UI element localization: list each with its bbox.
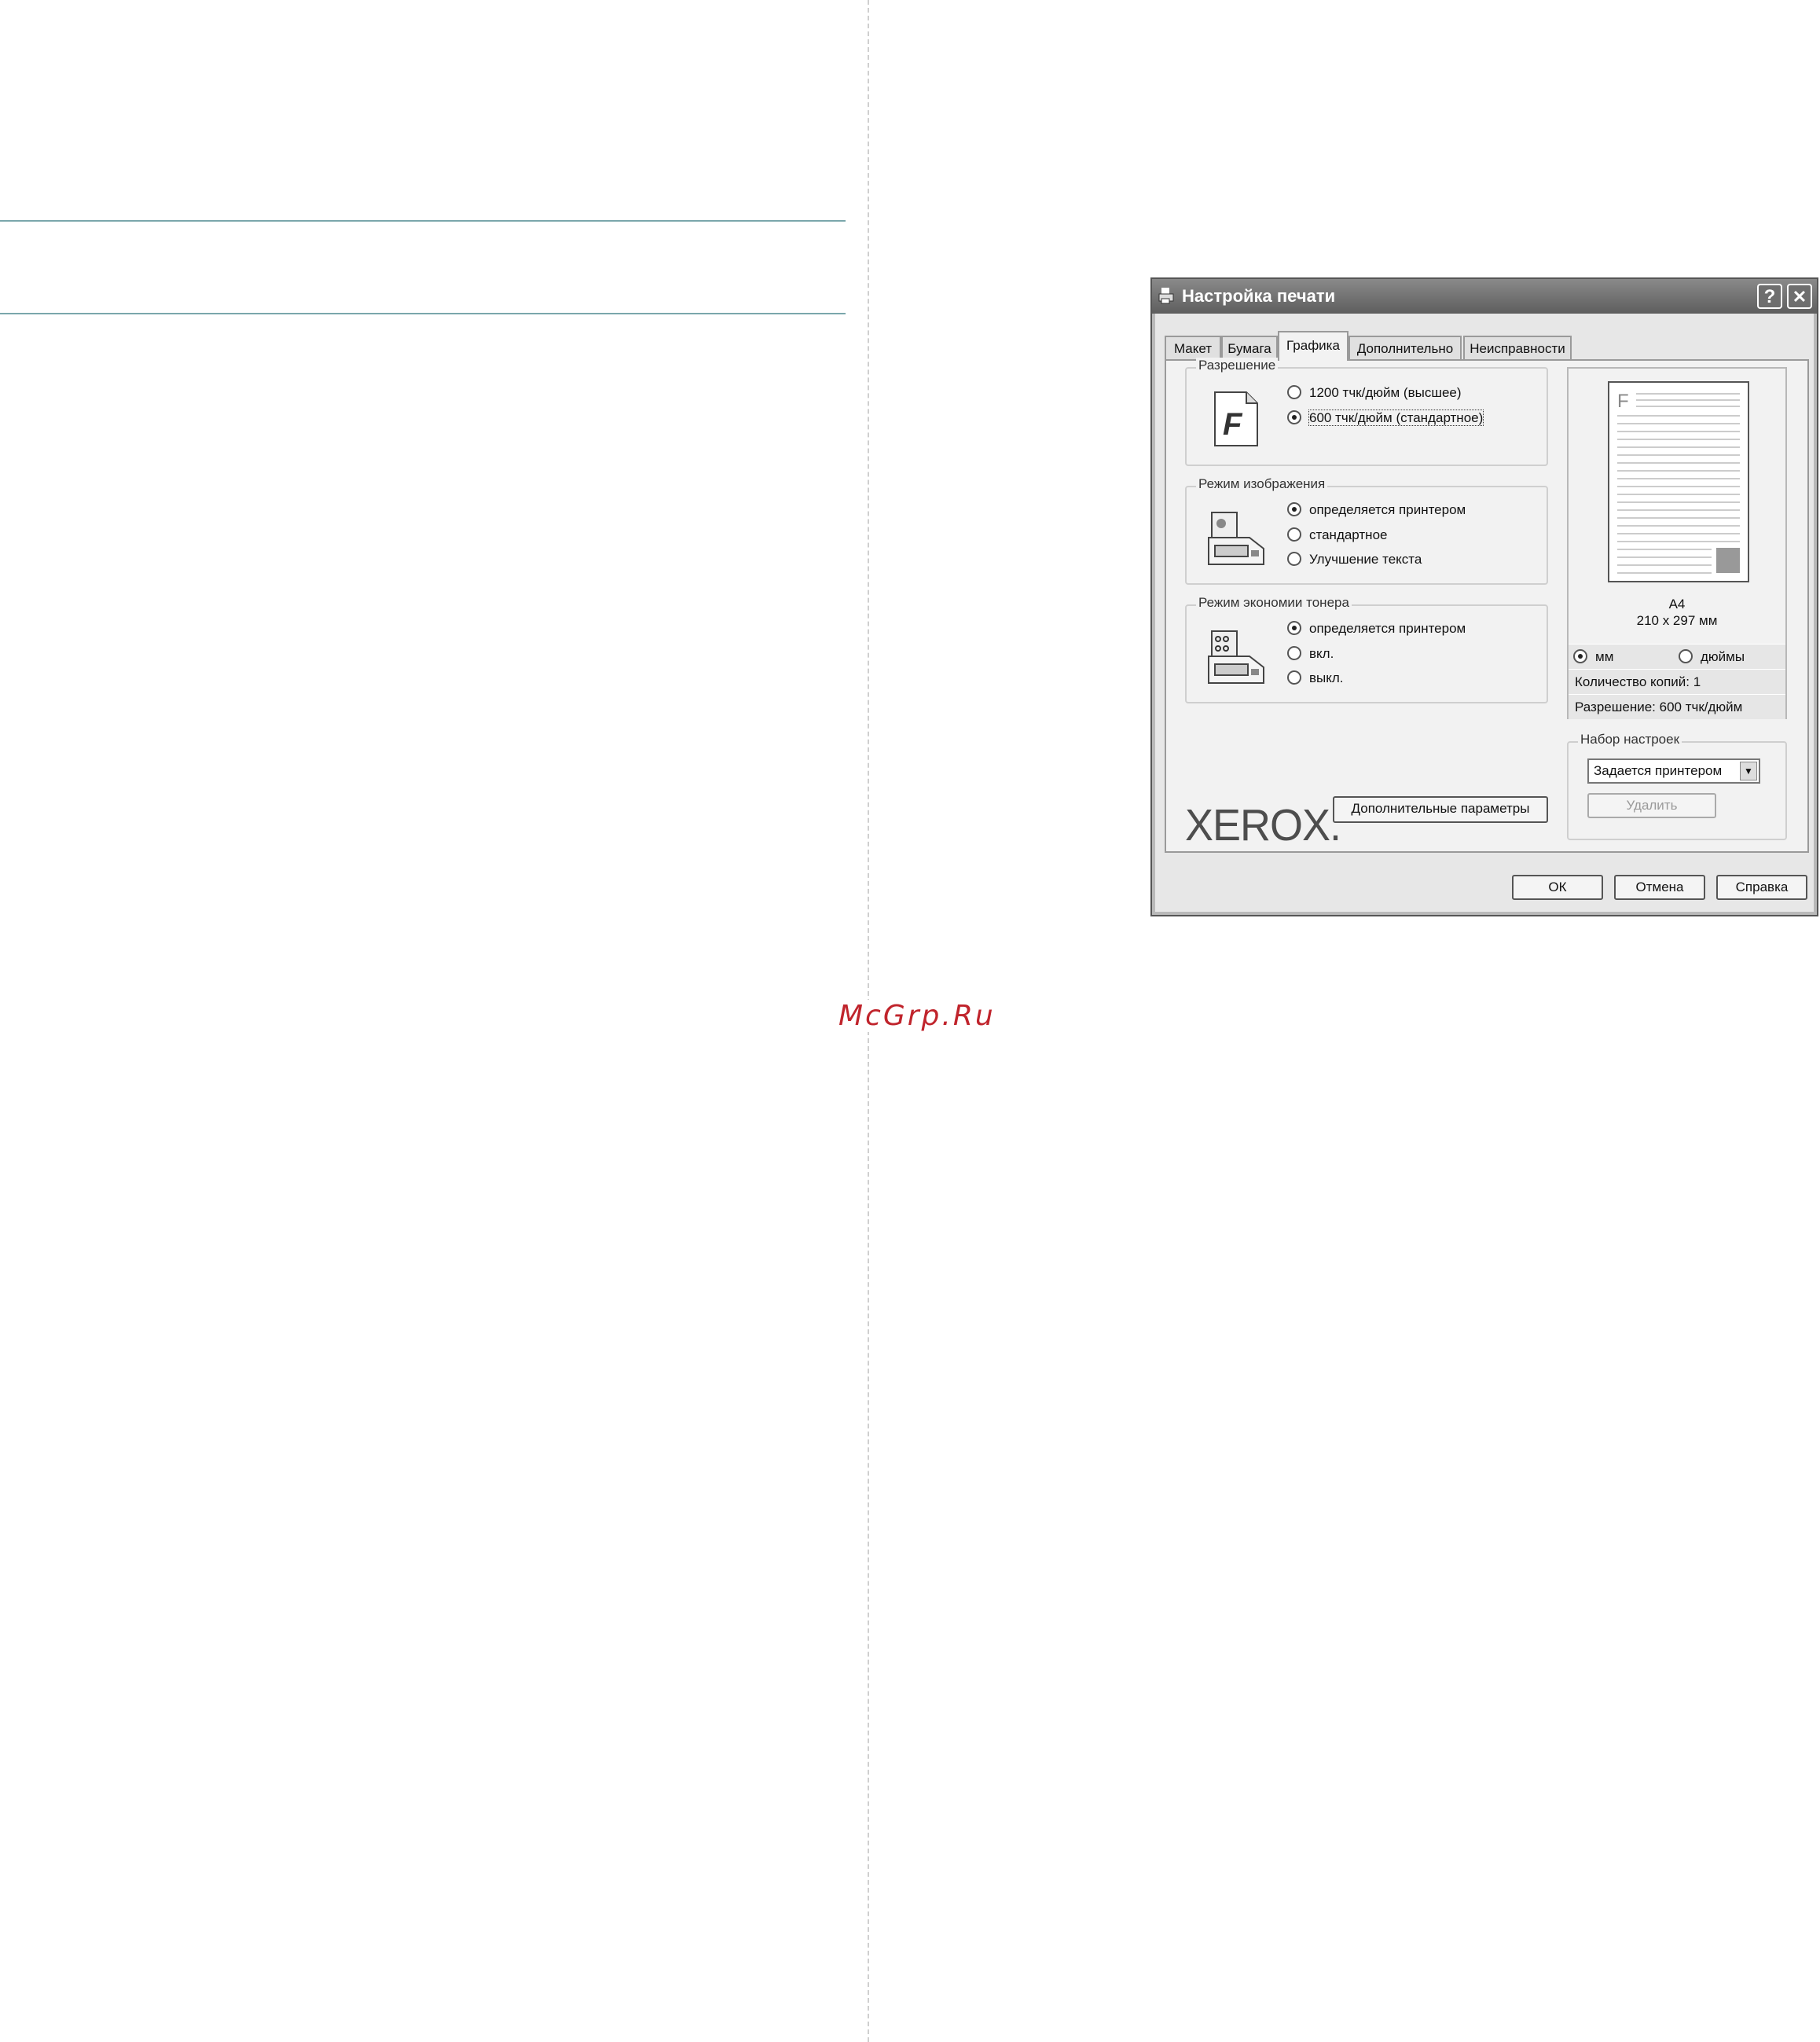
radio-dot — [1287, 410, 1301, 424]
presets-dropdown[interactable]: Задается принтером ▼ — [1587, 758, 1760, 784]
radio-label: определяется принтером — [1309, 502, 1466, 517]
image-mode-printer-radio[interactable]: определяется принтером — [1287, 500, 1466, 520]
radio-label: мм — [1595, 649, 1614, 664]
resolution-group: Разрешение F 1200 тчк/дюйм (высшее) 600 … — [1185, 358, 1548, 466]
radio-label: определяется принтером — [1309, 621, 1466, 636]
top-rule — [0, 220, 846, 222]
toner-save-group: Режим экономии тонера определяется принт… — [1185, 595, 1548, 703]
units-inches-radio[interactable]: дюймы — [1679, 647, 1745, 667]
radio-label: выкл. — [1309, 670, 1344, 685]
advanced-options-button[interactable]: Дополнительные параметры — [1333, 796, 1548, 823]
dialog-title: Настройка печати — [1182, 286, 1336, 306]
radio-dot — [1573, 649, 1587, 663]
preview-page: F — [1608, 381, 1749, 582]
font-document-icon: F — [1214, 391, 1258, 446]
close-button[interactable]: ✕ — [1787, 284, 1812, 309]
units-row: мм дюймы — [1569, 644, 1785, 669]
copies-info: Количество копий: 1 — [1569, 669, 1785, 694]
ok-button[interactable]: ОК — [1512, 875, 1603, 900]
cancel-button[interactable]: Отмена — [1614, 875, 1705, 900]
radio-label: Улучшение текста — [1309, 552, 1422, 567]
presets-label: Набор настроек — [1578, 732, 1682, 747]
help-title-button[interactable]: ? — [1757, 284, 1782, 309]
radio-dot — [1679, 649, 1693, 663]
help-button[interactable]: Справка — [1716, 875, 1807, 900]
units-mm-radio[interactable]: мм — [1573, 647, 1613, 667]
section-rule — [0, 313, 846, 314]
image-mode-text-enhance-radio[interactable]: Улучшение текста — [1287, 549, 1422, 570]
tab-layout[interactable]: Макет — [1165, 336, 1221, 359]
chevron-down-icon[interactable]: ▼ — [1740, 762, 1757, 780]
radio-dot — [1287, 552, 1301, 566]
paper-name: A4 — [1668, 597, 1686, 611]
radio-dot — [1287, 646, 1301, 660]
toner-printer-radio[interactable]: определяется принтером — [1287, 619, 1466, 639]
resolution-label: Разрешение — [1196, 358, 1279, 373]
tab-paper[interactable]: Бумага — [1221, 336, 1278, 359]
resolution-600-radio[interactable]: 600 тчк/дюйм (стандартное) — [1287, 408, 1484, 428]
radio-dot — [1287, 527, 1301, 542]
tab-troubleshooting[interactable]: Неисправности — [1463, 336, 1572, 359]
presets-group: Набор настроек Задается принтером ▼ Удал… — [1567, 732, 1787, 840]
radio-dot — [1287, 621, 1301, 635]
radio-label: стандартное — [1309, 527, 1388, 542]
paper-size: 210 x 297 мм — [1636, 613, 1718, 628]
toner-save-label: Режим экономии тонера — [1196, 595, 1352, 611]
graphics-panel: Разрешение F 1200 тчк/дюйм (высшее) 600 … — [1165, 358, 1809, 853]
dialog-client: Макет Бумага Графика Дополнительно Неисп… — [1155, 314, 1814, 912]
printer-icon — [1158, 288, 1174, 304]
radio-label: 600 тчк/дюйм (стандартное) — [1308, 410, 1484, 426]
title-bar: Настройка печати ? ✕ — [1152, 279, 1817, 314]
radio-label: 1200 тчк/дюйм (высшее) — [1309, 385, 1462, 400]
toner-off-radio[interactable]: выкл. — [1287, 668, 1344, 689]
printer-image-icon — [1208, 512, 1264, 565]
delete-preset-button[interactable]: Удалить — [1587, 793, 1716, 818]
page-preview: F A4 210 x 297 мм мм дюймы Количество ко… — [1567, 367, 1787, 719]
print-settings-dialog: Настройка печати ? ✕ Макет Бумага График… — [1150, 277, 1818, 916]
tab-extras[interactable]: Дополнительно — [1348, 336, 1462, 359]
watermark: McGrp.Ru — [835, 1000, 999, 1032]
image-mode-label: Режим изображения — [1196, 476, 1328, 492]
radio-label: дюймы — [1701, 649, 1745, 664]
toner-on-radio[interactable]: вкл. — [1287, 644, 1334, 664]
radio-label: вкл. — [1309, 646, 1334, 661]
preview-lines — [1617, 393, 1740, 574]
resolution-1200-radio[interactable]: 1200 тчк/дюйм (высшее) — [1287, 383, 1462, 403]
radio-dot — [1287, 502, 1301, 516]
svg-text:F: F — [1223, 407, 1243, 442]
presets-selected: Задается принтером — [1594, 763, 1723, 778]
xerox-logo: XEROX. — [1185, 800, 1341, 850]
tab-graphics[interactable]: Графика — [1278, 331, 1348, 361]
resolution-info: Разрешение: 600 тчк/дюйм — [1569, 694, 1785, 719]
radio-dot — [1287, 385, 1301, 399]
image-mode-standard-radio[interactable]: стандартное — [1287, 525, 1387, 545]
image-mode-group: Режим изображения определяется принтером… — [1185, 476, 1548, 585]
radio-dot — [1287, 670, 1301, 685]
toner-printer-icon — [1208, 630, 1264, 684]
